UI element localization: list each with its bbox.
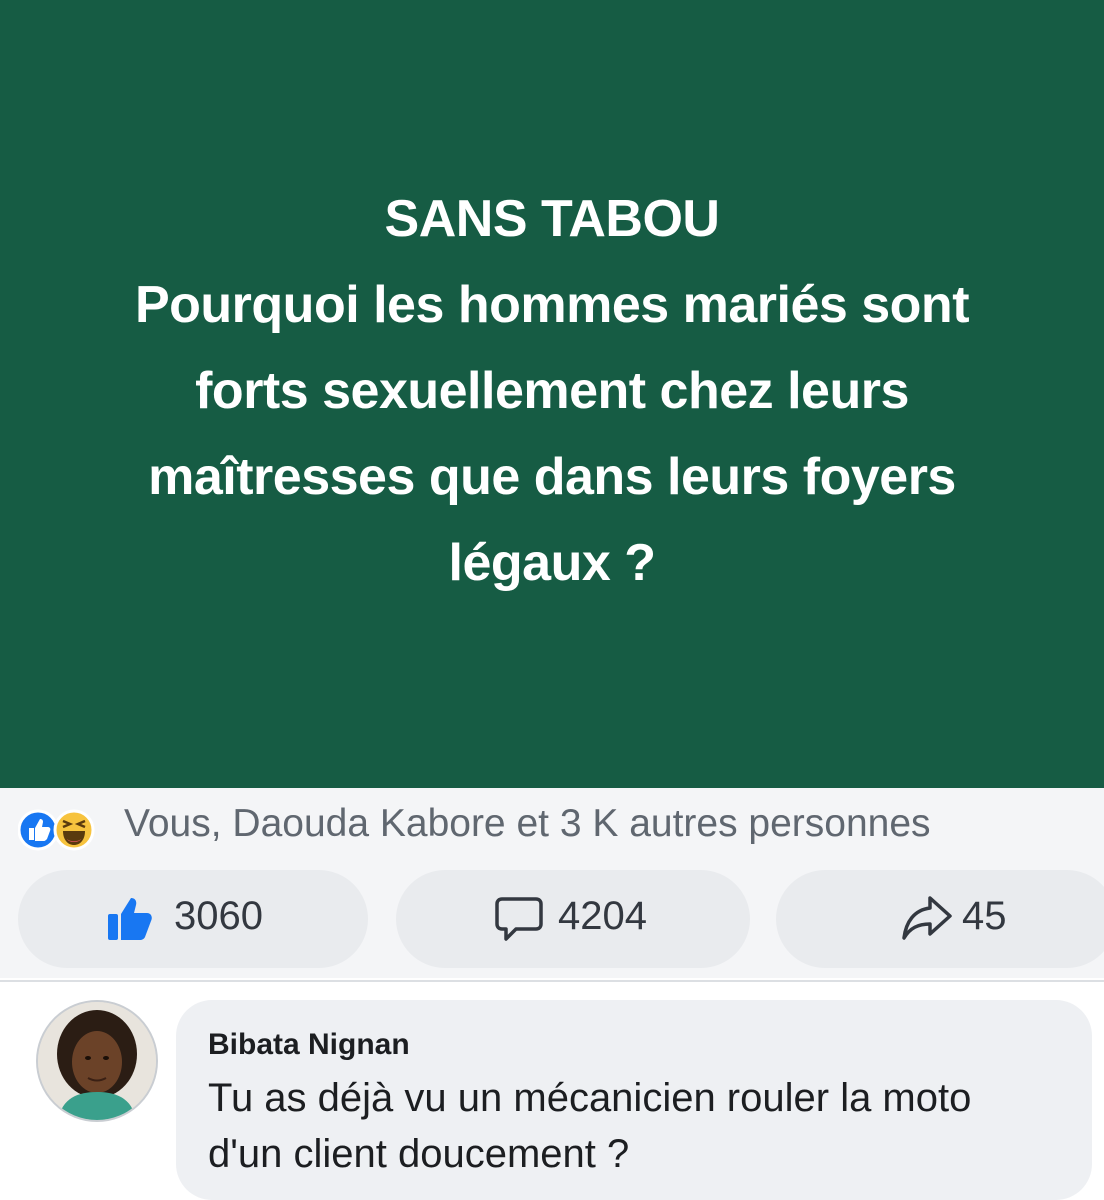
share-count: 45 bbox=[962, 894, 1007, 938]
post-title-line: légaux ? bbox=[448, 534, 656, 592]
post-title-line: maîtresses que dans leurs foyers bbox=[148, 448, 956, 506]
like-count: 3060 bbox=[174, 894, 263, 938]
comment-text-line: d'un client doucement ? bbox=[208, 1132, 630, 1176]
comment-text-line: Tu as déjà vu un mécanicien rouler la mo… bbox=[208, 1076, 972, 1120]
action-row: 3060 4204 45 bbox=[0, 870, 1104, 978]
avatar-image bbox=[38, 1002, 156, 1120]
like-reaction-icon bbox=[18, 809, 59, 851]
reactions-summary[interactable]: Vous, Daouda Kabore et 3 K autres person… bbox=[124, 802, 931, 846]
reaction-icons bbox=[18, 809, 95, 851]
speech-bubble-icon bbox=[495, 897, 543, 941]
post-title-line: SANS TABOU bbox=[384, 190, 720, 248]
post-title-line: Pourquoi les hommes mariés sont bbox=[134, 276, 970, 334]
share-button[interactable]: 45 bbox=[776, 870, 1104, 968]
comment-item: Bibata Nignan Tu as déjà vu un mécanicie… bbox=[0, 982, 1104, 1200]
comment-count: 4204 bbox=[558, 894, 647, 938]
comment-author[interactable]: Bibata Nignan bbox=[208, 1028, 410, 1062]
post-text: SANS TABOU Pourquoi les hommes mariés so… bbox=[0, 176, 1104, 606]
comment-button[interactable]: 4204 bbox=[396, 870, 750, 968]
haha-reaction-icon bbox=[53, 809, 95, 851]
avatar[interactable] bbox=[36, 1000, 158, 1122]
like-button[interactable]: 3060 bbox=[18, 870, 368, 968]
thumbs-up-icon bbox=[108, 898, 152, 940]
post-banner: SANS TABOU Pourquoi les hommes mariés so… bbox=[0, 0, 1104, 788]
share-arrow-icon bbox=[902, 896, 952, 940]
comment-bubble: Bibata Nignan Tu as déjà vu un mécanicie… bbox=[176, 1000, 1092, 1200]
comment-text: Tu as déjà vu un mécanicien rouler la mo… bbox=[208, 1070, 1078, 1182]
post-title-line: forts sexuellement chez leurs bbox=[195, 362, 909, 420]
